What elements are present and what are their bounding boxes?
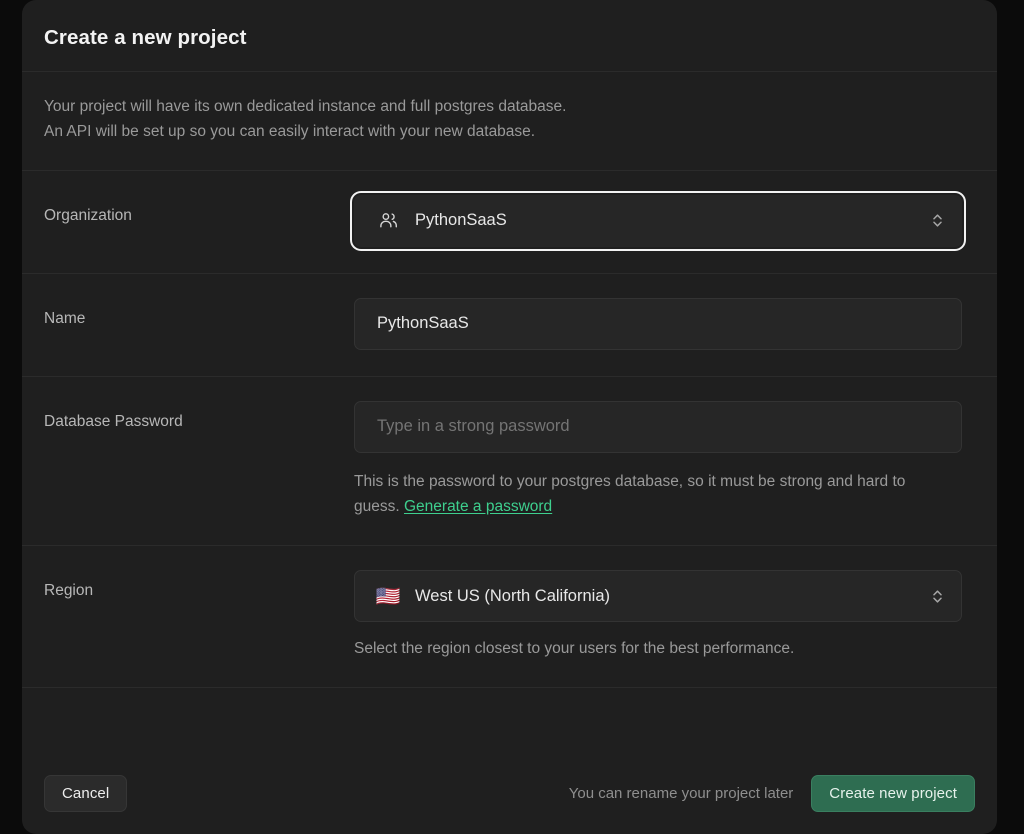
database-password-help: This is the password to your postgres da… <box>354 469 934 519</box>
users-icon <box>375 210 401 231</box>
dialog-body: Organization PythonSaaS Name PythonSaaS … <box>22 171 997 757</box>
database-password-label: Database Password <box>44 412 183 430</box>
page-title: Create a new project <box>44 26 247 49</box>
create-new-project-button[interactable]: Create new project <box>811 775 975 812</box>
region-label: Region <box>44 582 94 600</box>
field-row-database-password: Database Password Type in a strong passw… <box>22 377 997 547</box>
us-flag-glyph: 🇺🇸 <box>375 584 401 609</box>
field-row-region: Region 🇺🇸 West US (North California) Sel… <box>22 546 997 689</box>
database-password-control: Type in a strong password This is the pa… <box>354 400 962 519</box>
name-control: PythonSaaS <box>354 297 962 350</box>
organization-select[interactable]: PythonSaaS <box>354 194 962 247</box>
footer-right-group: You can rename your project later Create… <box>569 775 975 812</box>
rename-note: You can rename your project later <box>568 785 794 802</box>
name-label: Name <box>44 309 86 327</box>
cancel-button[interactable]: Cancel <box>44 775 128 812</box>
project-name-input[interactable]: PythonSaaS <box>354 297 962 350</box>
organization-control: PythonSaaS <box>354 194 962 247</box>
dialog-header: Create a new project <box>22 0 997 72</box>
organization-label: Organization <box>44 206 132 224</box>
chevron-up-down-icon <box>927 587 947 606</box>
project-name-value: PythonSaaS <box>377 314 469 333</box>
dialog-description: Your project will have its own dedicated… <box>22 72 997 171</box>
dialog-footer: Cancel You can rename your project later… <box>22 757 997 834</box>
region-help: Select the region closest to your users … <box>354 640 795 658</box>
us-flag-icon: 🇺🇸 <box>375 586 401 606</box>
database-password-input[interactable]: Type in a strong password <box>354 400 962 453</box>
field-row-organization: Organization PythonSaaS <box>22 171 997 274</box>
database-password-placeholder: Type in a strong password <box>377 417 570 436</box>
generate-password-link[interactable]: Generate a password <box>404 498 552 515</box>
description-line-1: Your project will have its own dedicated… <box>44 97 567 115</box>
region-value: West US (North California) <box>415 586 610 605</box>
chevron-up-down-icon <box>927 211 947 230</box>
organization-value: PythonSaaS <box>415 211 507 230</box>
create-project-dialog: Create a new project Your project will h… <box>22 0 997 834</box>
region-select[interactable]: 🇺🇸 West US (North California) <box>354 570 962 623</box>
description-line-2: An API will be set up so you can easily … <box>44 122 536 140</box>
region-control: 🇺🇸 West US (North California) Select the… <box>354 570 962 661</box>
field-row-name: Name PythonSaaS <box>22 274 997 377</box>
